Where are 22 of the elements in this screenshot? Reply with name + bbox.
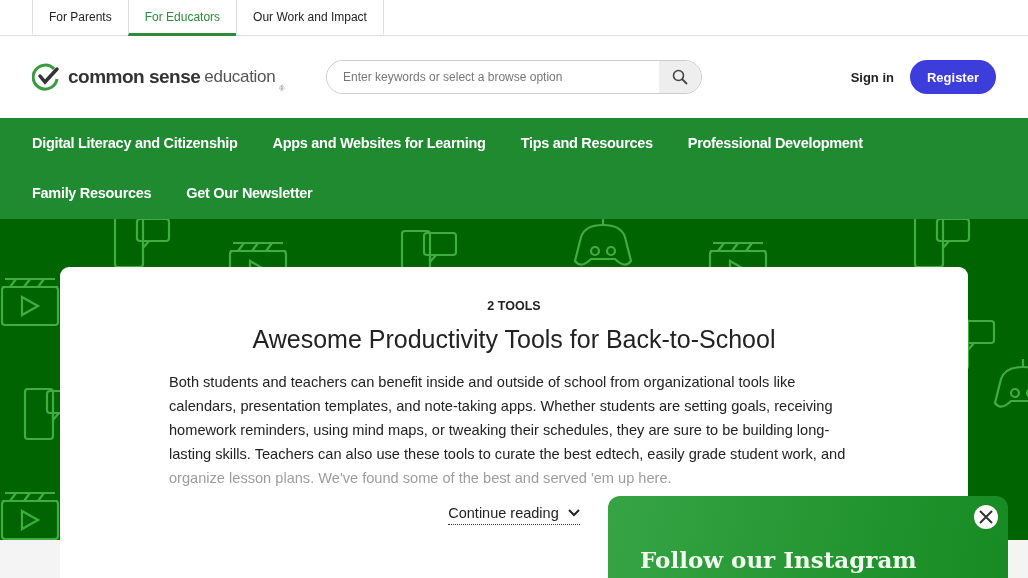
- search-icon: [672, 69, 688, 85]
- nav-link[interactable]: Digital Literacy and Citizenship: [32, 118, 238, 168]
- close-button[interactable]: [974, 505, 998, 529]
- logo-product[interactable]: education: [204, 67, 276, 87]
- nav-link[interactable]: Professional Development: [687, 118, 863, 168]
- search-field[interactable]: Enter keywords or select a browse option: [326, 60, 702, 94]
- nav-link[interactable]: Tips and Resources: [520, 118, 653, 168]
- search-button[interactable]: [659, 61, 701, 93]
- checkmark-logo-icon: [32, 63, 62, 91]
- continue-reading-link[interactable]: Continue reading: [448, 505, 580, 525]
- nav-link[interactable]: Family Resources: [32, 168, 152, 218]
- popup-title: Follow our Instagram: [640, 546, 917, 573]
- register-button[interactable]: Register: [909, 60, 996, 94]
- article-title: Awesome Productivity Tools for Back-to-School: [252, 325, 776, 354]
- logo-brand[interactable]: common sense: [68, 66, 201, 88]
- nav-link[interactable]: Apps and Websites for Learning: [272, 118, 486, 168]
- chevron-down-icon: [567, 509, 580, 517]
- sign-in-link[interactable]: Sign in: [850, 69, 894, 85]
- article-summary: Both students and teachers can benefit inside and outside of school from organizational tools like calendars, presentation templates, and note-taking apps. Whether students are setting goals, receiving homework reminders, using mind maps, or tweaking their schedules, they are sure to be building long-lasting skills. Teachers can also use these tools to curate the best edtech, easily grade student work, and organize lesson plans. We've found some of the best and served 'em up here.: [169, 373, 847, 488]
- tool-count: 2 TOOLS: [487, 299, 541, 313]
- close-icon: [979, 510, 993, 524]
- nav-link[interactable]: Get Our Newsletter: [186, 168, 313, 218]
